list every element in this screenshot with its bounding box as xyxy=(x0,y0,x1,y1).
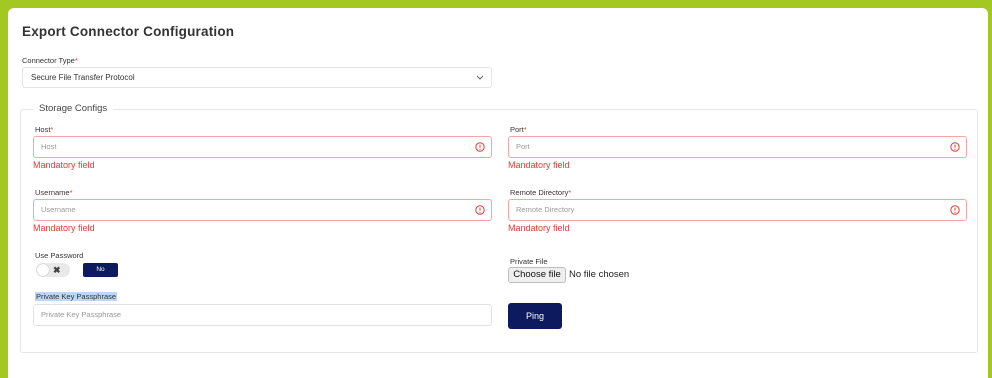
host-error: Mandatory field xyxy=(33,160,95,170)
choose-file-button[interactable]: Choose file xyxy=(508,267,566,283)
ping-button[interactable]: Ping xyxy=(508,303,562,329)
toggle-knob xyxy=(37,264,49,276)
username-placeholder: Username xyxy=(41,205,76,214)
host-label: Host* xyxy=(35,125,54,134)
host-input[interactable]: Host xyxy=(33,136,492,158)
host-placeholder: Host xyxy=(41,142,57,151)
error-icon xyxy=(475,142,485,152)
passphrase-label: Private Key Passphrase xyxy=(35,292,118,301)
username-input[interactable]: Username xyxy=(33,199,492,221)
private-file-label: Private File xyxy=(510,257,548,266)
use-password-state-badge: No xyxy=(83,263,118,277)
connector-type-label: Connector Type* xyxy=(22,56,78,65)
config-card: Export Connector Configuration Connector… xyxy=(8,8,988,378)
error-icon xyxy=(950,205,960,215)
username-error: Mandatory field xyxy=(33,223,95,233)
remote-directory-placeholder: Remote Directory xyxy=(516,205,575,214)
passphrase-input[interactable]: Private Key Passphrase xyxy=(33,304,492,326)
port-error: Mandatory field xyxy=(508,160,570,170)
port-placeholder: Port xyxy=(516,142,530,151)
connector-type-value: Secure File Transfer Protocol xyxy=(31,73,135,82)
use-password-label: Use Password xyxy=(35,251,84,260)
remote-directory-input[interactable]: Remote Directory xyxy=(508,199,967,221)
error-icon xyxy=(950,142,960,152)
use-password-toggle[interactable]: ✖ xyxy=(36,263,70,277)
username-label: Username* xyxy=(35,188,73,197)
storage-configs-legend: Storage Configs xyxy=(33,103,114,114)
remote-directory-error: Mandatory field xyxy=(508,223,570,233)
port-input[interactable]: Port xyxy=(508,136,967,158)
connector-type-select[interactable]: Secure File Transfer Protocol xyxy=(22,67,492,88)
close-icon: ✖ xyxy=(53,265,61,275)
port-label: Port* xyxy=(510,125,527,134)
file-status: No file chosen xyxy=(569,269,630,280)
passphrase-placeholder: Private Key Passphrase xyxy=(41,310,122,319)
remote-directory-label: Remote Directory* xyxy=(510,188,572,197)
page-title: Export Connector Configuration xyxy=(22,24,235,39)
chevron-down-icon xyxy=(476,75,484,80)
error-icon xyxy=(475,205,485,215)
